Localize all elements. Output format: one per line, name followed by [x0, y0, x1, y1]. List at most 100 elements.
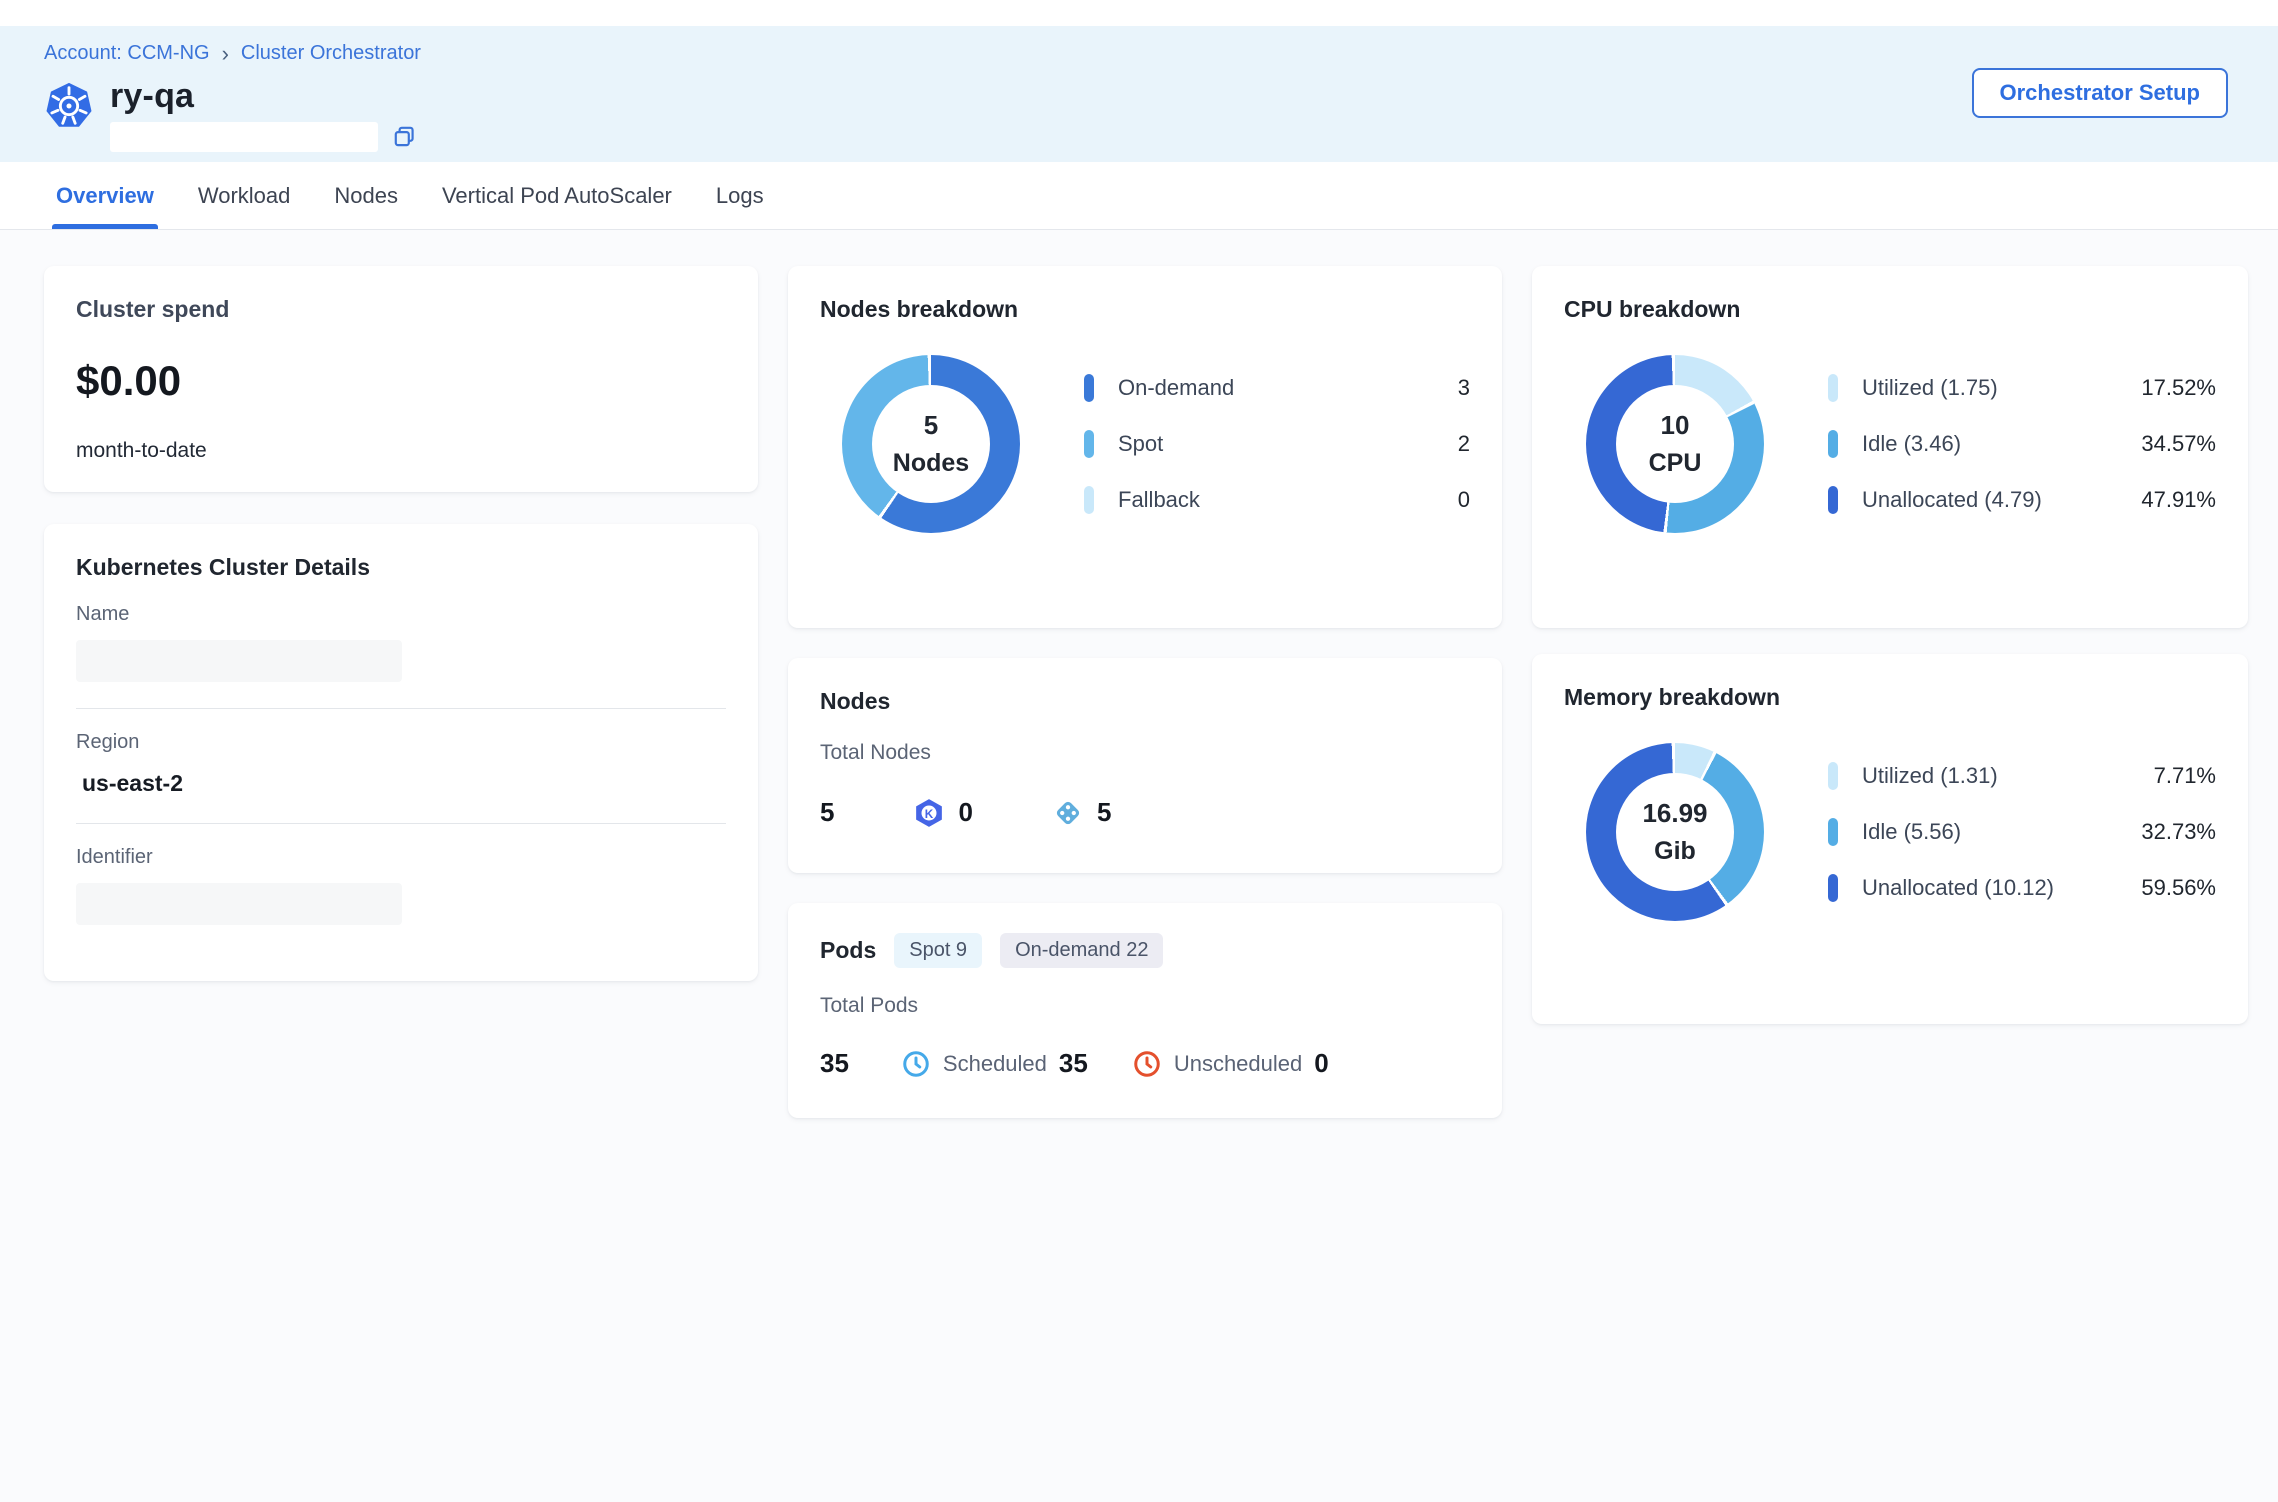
legend-label-mem-unallocated: Unallocated (10.12) [1862, 875, 2141, 901]
legend-value-spot: 2 [1458, 431, 1470, 457]
legend-label-mem-utilized: Utilized (1.31) [1862, 763, 2154, 789]
autoscaler-diamond-icon [1053, 798, 1083, 828]
top-strip [0, 0, 2278, 26]
memory-breakdown-card: Memory breakdown 16.99 Gib Utilized (1.3… [1532, 654, 2248, 1024]
memory-breakdown-legend: Utilized (1.31) 7.71% Idle (5.56) 32.73%… [1828, 762, 2216, 902]
memory-breakdown-donut-chart: 16.99 Gib [1586, 743, 1764, 921]
cluster-spend-period: month-to-date [76, 439, 726, 463]
nodes-breakdown-title: Nodes breakdown [820, 296, 1470, 323]
tab-logs[interactable]: Logs [716, 162, 764, 229]
field-name-redacted-value [76, 640, 402, 682]
cluster-details-title: Kubernetes Cluster Details [76, 554, 726, 581]
tab-nodes[interactable]: Nodes [334, 162, 398, 229]
kubernetes-icon [44, 81, 94, 131]
middle-column: Nodes breakdown 5 Nodes On-demand 3 [788, 266, 1502, 1118]
legend-label-mem-idle: Idle (5.56) [1862, 819, 2141, 845]
legend-row-fallback: Fallback 0 [1084, 486, 1470, 514]
cluster-details-card: Kubernetes Cluster Details Name Region u… [44, 524, 758, 981]
legend-swatch-spot [1084, 430, 1094, 458]
nodes-donut-label: Nodes [893, 449, 969, 478]
svg-text:K: K [925, 807, 934, 820]
cpu-donut-value: 10 [1661, 410, 1690, 441]
legend-row-cpu-utilized: Utilized (1.75) 17.52% [1828, 374, 2216, 402]
legend-row-mem-idle: Idle (5.56) 32.73% [1828, 818, 2216, 846]
field-region-label: Region [76, 731, 726, 754]
cluster-spend-card: Cluster spend $0.00 month-to-date [44, 266, 758, 492]
legend-swatch-cpu-unallocated [1828, 486, 1838, 514]
legend-value-fallback: 0 [1458, 487, 1470, 513]
unscheduled-count: 0 [1314, 1048, 1328, 1079]
left-column: Cluster spend $0.00 month-to-date Kubern… [44, 266, 758, 981]
legend-row-cpu-idle: Idle (3.46) 34.57% [1828, 430, 2216, 458]
legend-swatch-mem-unallocated [1828, 874, 1838, 902]
field-name: Name [76, 581, 726, 709]
legend-row-mem-utilized: Utilized (1.31) 7.71% [1828, 762, 2216, 790]
field-identifier-label: Identifier [76, 846, 726, 869]
total-pods-count: 35 [820, 1048, 849, 1079]
legend-value-on-demand: 3 [1458, 375, 1470, 401]
legend-label-on-demand: On-demand [1118, 375, 1458, 401]
breadcrumb-page-link[interactable]: Cluster Orchestrator [241, 42, 421, 65]
memory-breakdown-donut-center: 16.99 Gib [1616, 773, 1734, 891]
legend-row-on-demand: On-demand 3 [1084, 374, 1470, 402]
cpu-breakdown-donut-center: 10 CPU [1616, 385, 1734, 503]
unscheduled-label: Unscheduled [1174, 1051, 1302, 1077]
pods-card: Pods Spot 9 On-demand 22 Total Pods 35 S… [788, 903, 1502, 1118]
tab-workload[interactable]: Workload [198, 162, 291, 229]
nodes-breakdown-card: Nodes breakdown 5 Nodes On-demand 3 [788, 266, 1502, 628]
cpu-breakdown-donut-chart: 10 CPU [1586, 355, 1764, 533]
tab-vertical-pod-autoscaler[interactable]: Vertical Pod AutoScaler [442, 162, 672, 229]
scheduled-label: Scheduled [943, 1051, 1047, 1077]
page-header: Account: CCM-NG › Cluster Orchestrator r… [0, 26, 2278, 162]
nodes-card: Nodes Total Nodes 5 K 0 [788, 658, 1502, 873]
nodes-card-title: Nodes [820, 688, 1470, 715]
field-region-value: us-east-2 [76, 770, 726, 797]
legend-value-mem-idle: 32.73% [2141, 819, 2216, 845]
spot-pods-badge: Spot 9 [894, 933, 982, 968]
scheduled-clock-icon [901, 1049, 931, 1079]
autoscaler-nodes-count: 5 [1097, 797, 1111, 828]
cpu-breakdown-card: CPU breakdown 10 CPU Utilized (1.75) 17.… [1532, 266, 2248, 628]
field-region: Region us-east-2 [76, 709, 726, 824]
cpu-donut-label: CPU [1649, 449, 1702, 478]
karpenter-icon: K [914, 798, 944, 828]
tab-overview[interactable]: Overview [56, 162, 154, 229]
tab-bar: Overview Workload Nodes Vertical Pod Aut… [0, 162, 2278, 230]
legend-value-mem-unallocated: 59.56% [2141, 875, 2216, 901]
cluster-id-redacted [110, 122, 378, 152]
scheduled-count: 35 [1059, 1048, 1088, 1079]
legend-swatch-mem-utilized [1828, 762, 1838, 790]
breadcrumb: Account: CCM-NG › Cluster Orchestrator [44, 42, 2234, 65]
legend-label-cpu-utilized: Utilized (1.75) [1862, 375, 2141, 401]
breadcrumb-separator-icon: › [222, 43, 229, 65]
nodes-donut-value: 5 [924, 410, 938, 441]
cpu-breakdown-title: CPU breakdown [1564, 296, 2216, 323]
breadcrumb-account-link[interactable]: Account: CCM-NG [44, 42, 210, 65]
total-nodes-count: 5 [820, 797, 834, 828]
memory-donut-label: Gib [1654, 837, 1696, 866]
nodes-counts-row: 5 K 0 5 [820, 797, 1470, 828]
memory-donut-value: 16.99 [1642, 798, 1707, 829]
legend-value-cpu-idle: 34.57% [2141, 431, 2216, 457]
orchestrator-setup-button[interactable]: Orchestrator Setup [1972, 68, 2229, 118]
legend-row-cpu-unallocated: Unallocated (4.79) 47.91% [1828, 486, 2216, 514]
cluster-spend-title: Cluster spend [76, 296, 726, 323]
title-row: ry-qa [44, 77, 2234, 152]
legend-value-mem-utilized: 7.71% [2154, 763, 2216, 789]
legend-value-cpu-unallocated: 47.91% [2141, 487, 2216, 513]
right-column: CPU breakdown 10 CPU Utilized (1.75) 17.… [1532, 266, 2248, 1024]
nodes-breakdown-donut-chart: 5 Nodes [842, 355, 1020, 533]
legend-swatch-cpu-utilized [1828, 374, 1838, 402]
memory-breakdown-title: Memory breakdown [1564, 684, 2216, 711]
legend-label-spot: Spot [1118, 431, 1458, 457]
legend-row-spot: Spot 2 [1084, 430, 1470, 458]
legend-swatch-on-demand [1084, 374, 1094, 402]
cluster-spend-amount: $0.00 [76, 357, 726, 405]
copy-icon[interactable] [392, 124, 418, 150]
legend-swatch-mem-idle [1828, 818, 1838, 846]
legend-swatch-fallback [1084, 486, 1094, 514]
legend-label-cpu-unallocated: Unallocated (4.79) [1862, 487, 2141, 513]
karpenter-nodes-count: 0 [958, 797, 972, 828]
total-nodes-label: Total Nodes [820, 741, 1470, 765]
unscheduled-clock-icon [1132, 1049, 1162, 1079]
